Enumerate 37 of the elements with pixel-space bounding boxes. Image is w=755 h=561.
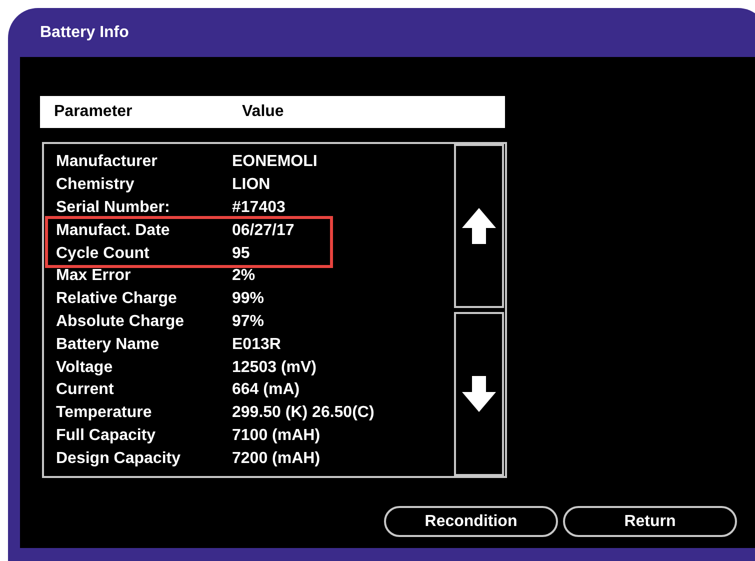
parameter-value: EONEMOLI bbox=[232, 153, 318, 172]
parameter-value: #17403 bbox=[232, 198, 286, 217]
parameter-value: 7100 (mAH) bbox=[232, 426, 320, 445]
parameter-label: Manufact. Date bbox=[56, 222, 171, 240]
parameter-label: Temperature bbox=[56, 404, 153, 422]
parameter-label: Serial Number: bbox=[56, 198, 171, 217]
parameter-label: Design Capacity bbox=[56, 450, 182, 468]
parameter-value: 97% bbox=[232, 312, 264, 331]
parameter-value: LION bbox=[232, 176, 270, 194]
parameter-value: 299.50 (K) 26.50(C) bbox=[232, 404, 374, 422]
parameter-label: Battery Name bbox=[56, 336, 160, 354]
parameter-label: Manufacturer bbox=[56, 153, 158, 172]
action-button[interactable]: Recondition bbox=[384, 506, 558, 537]
parameter-value: 7200 (mAH) bbox=[232, 450, 320, 468]
action-button[interactable]: Return bbox=[563, 506, 737, 537]
parameter-label: Max Error bbox=[56, 267, 132, 286]
parameter-label: Relative Charge bbox=[56, 290, 178, 308]
parameter-label: Current bbox=[56, 381, 115, 400]
window-title: Battery Info bbox=[39, 23, 130, 43]
parameter-label: Cycle Count bbox=[56, 244, 150, 263]
parameter-label: Full Capacity bbox=[56, 426, 157, 445]
parameter-value: E013R bbox=[232, 336, 281, 354]
column-header: Value bbox=[242, 103, 284, 121]
scroll-down-button[interactable] bbox=[454, 312, 504, 476]
parameter-value: 06/27/17 bbox=[232, 222, 294, 240]
parameter-value: 99% bbox=[232, 290, 264, 308]
parameter-label: Chemistry bbox=[56, 176, 136, 194]
parameter-value: 95 bbox=[232, 244, 250, 263]
column-header: Parameter bbox=[53, 103, 134, 121]
scroll-up-button[interactable] bbox=[454, 144, 504, 308]
parameter-value: 664 (mA) bbox=[232, 381, 300, 400]
parameter-label: Absolute Charge bbox=[56, 312, 186, 331]
up-arrow-icon bbox=[462, 208, 496, 244]
parameter-label: Voltage bbox=[56, 358, 114, 377]
down-arrow-icon bbox=[462, 376, 496, 412]
parameter-value: 12503 (mV) bbox=[232, 358, 316, 377]
parameter-value: 2% bbox=[232, 267, 256, 286]
